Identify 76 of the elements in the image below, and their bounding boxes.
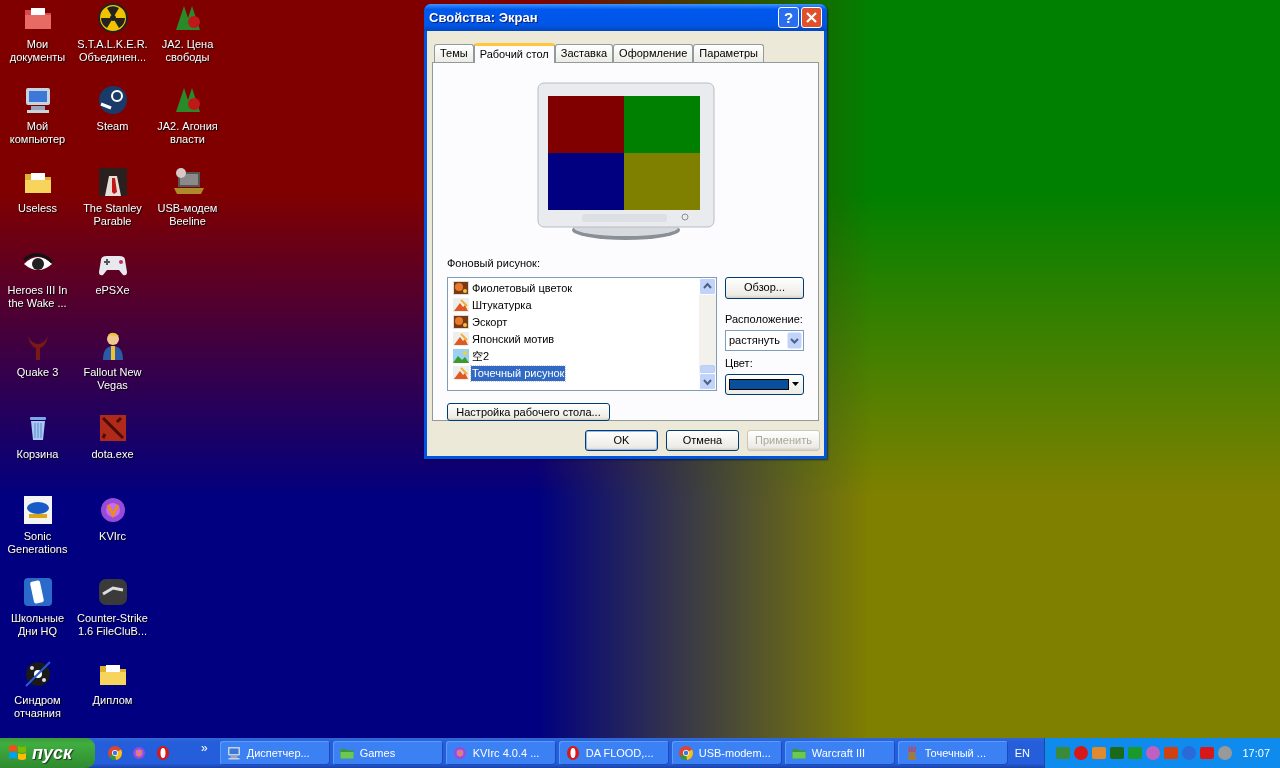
dialog-button[interactable]: OK [585,430,658,451]
photo-icon [96,166,129,198]
desktop-icon-label[interactable]: Корзина [16,448,59,461]
desktop-icon-label[interactable]: ePSXe [95,284,130,297]
circle-logo-icon [96,84,129,116]
desktop-icon-label[interactable]: Школьные Дни HQ [10,612,65,638]
tab[interactable]: Параметры [693,44,764,62]
list-item[interactable]: Японский мотив [471,331,556,347]
browse-button[interactable]: Обзор... [725,276,804,299]
desktop-icon-label[interactable]: Heroes III In the Wake ... [7,284,68,310]
tab[interactable]: Заставка [554,44,614,62]
color-label: Цвет: [725,356,754,371]
photo-icon [453,281,469,295]
desktop-icon-label[interactable]: S.T.A.L.K.E.R. Объединен... [77,38,148,64]
phone-icon [21,576,54,608]
background-label: Фоновый рисунок: [447,256,541,271]
taskbar-button[interactable]: DA FLOOD,... [558,741,669,765]
desktop-icon-label[interactable]: KVIrc [99,530,126,543]
position-label: Расположение: [725,311,804,327]
taskbar-button[interactable]: KVIrc 4.0.4 ... [445,741,556,765]
taskbar-button[interactable]: Warcraft III [784,741,895,765]
color-picker[interactable] [725,373,804,395]
wheel-icon [107,745,123,761]
desktop-icon-label[interactable]: Мой компьютер [9,120,66,146]
photo-icon [453,315,469,329]
windows-logo-icon [8,744,28,762]
scroll-thumb[interactable] [700,364,715,373]
paint-icon [453,366,469,380]
desktop-icon-label[interactable]: JA2. Цена свободы [161,38,214,64]
desktop-icon-label[interactable]: Мои документы [9,38,66,64]
taskbar-button[interactable]: USB-modem... [671,741,782,765]
customize-desktop-button[interactable]: Настройка рабочего стола... [447,402,610,421]
tab[interactable]: Рабочий стол [473,43,555,63]
list-item[interactable]: Штукатурка [471,297,533,313]
scroll-up-icon[interactable] [699,277,716,295]
desktop-icon-label[interactable]: Steam [96,120,129,133]
wheel-icon [677,745,694,761]
desktop-icon-label[interactable]: JA2. Агония власти [157,120,218,146]
list-item[interactable]: 空2 [471,348,491,364]
app-icon [96,576,129,608]
taskbar-button[interactable]: Games [332,741,443,765]
clock: 17:07 [1242,745,1270,761]
paint-icon [453,298,469,312]
game-icon [21,494,54,526]
close-icon [806,12,817,23]
dialog-button[interactable]: Отмена [666,430,739,451]
desktop-icon-label[interactable]: Fallout New Vegas [83,366,142,392]
list-item[interactable]: Эскорт [471,314,509,330]
desktop-icon-label[interactable]: Sonic Generations [7,530,68,556]
radiation-icon [96,2,129,34]
taskbar-button[interactable]: Точечный ... [897,741,1008,765]
landscape-icon [453,349,469,363]
desktop-icon-label[interactable]: The Stanley Parable [83,202,142,228]
scroll-down-icon[interactable] [699,372,716,390]
more-chevron[interactable]: » [201,739,208,757]
help-button[interactable]: ? [778,7,799,28]
paint-icon [453,332,469,346]
desktop-icon-label[interactable]: Диплом [92,694,133,707]
position-dropdown[interactable]: растянуть [725,330,804,351]
desktop-icon-label[interactable]: Useless [17,202,58,215]
tab[interactable]: Темы [434,44,474,62]
desktop-icon-label[interactable]: USB-модем Beeline [157,202,218,228]
language-indicator[interactable]: EN [1014,744,1030,762]
desktop-icon-label[interactable]: Синдром отчаяния [14,694,61,720]
desktop-icon-label[interactable]: dota.exe [91,448,134,461]
list-item[interactable]: Фиолетовый цветок [471,280,574,296]
scrollbar[interactable] [699,277,716,390]
tab[interactable]: Оформление [613,44,694,62]
desktop-icon-label[interactable]: Counter-Strike 1.6 FileCluB... [77,612,148,638]
caret-icon [792,381,799,387]
taskbar-button[interactable]: Диспетчер... [219,741,330,765]
list-item[interactable]: Точечный рисунок [471,365,566,381]
window-title: Свойства: Экран [429,8,539,27]
close-button[interactable] [801,7,822,28]
computer-icon [225,745,242,761]
desktop-icon-label[interactable]: Quake 3 [16,366,59,379]
